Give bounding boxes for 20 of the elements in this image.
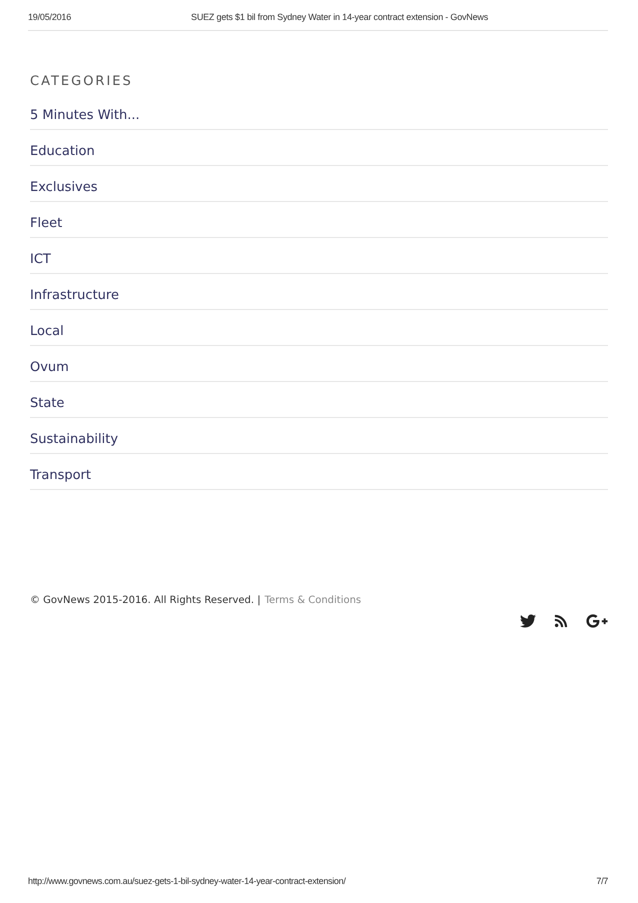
print-date: 19/05/2016	[28, 12, 72, 22]
category-link[interactable]: Fleet	[30, 215, 62, 233]
category-link[interactable]: Ovum	[30, 359, 69, 377]
bird-icon[interactable]	[520, 613, 536, 629]
page-number: 7/7	[596, 876, 608, 886]
terms-link[interactable]: Terms & Conditions	[264, 594, 362, 608]
category-link[interactable]: Transport	[30, 467, 92, 485]
category-link[interactable]: 5 Minutes With...	[30, 107, 140, 125]
category-link[interactable]: ICT	[30, 251, 51, 269]
category-link[interactable]: Sustainability	[30, 431, 118, 449]
section-heading: CATEGORIES	[30, 74, 133, 90]
category-link[interactable]: Local	[30, 323, 64, 341]
page-title: SUEZ gets $1 bil from Sydney Water in 14-year contract extension - GovNews	[190, 12, 490, 22]
category-link[interactable]: Exclusives	[30, 179, 98, 197]
category-link[interactable]: State	[30, 395, 64, 413]
page-url: http://www.govnews.com.au/suez-gets-1-bil-sydney-water-14-year-contract-extension/	[28, 876, 346, 886]
category-link[interactable]: Infrastructure	[30, 287, 119, 305]
copyright-text: © GovNews 2015-2016. All Rights Reserved. |	[30, 594, 261, 608]
rss-icon[interactable]	[554, 614, 568, 628]
category-link[interactable]: Education	[30, 143, 95, 161]
